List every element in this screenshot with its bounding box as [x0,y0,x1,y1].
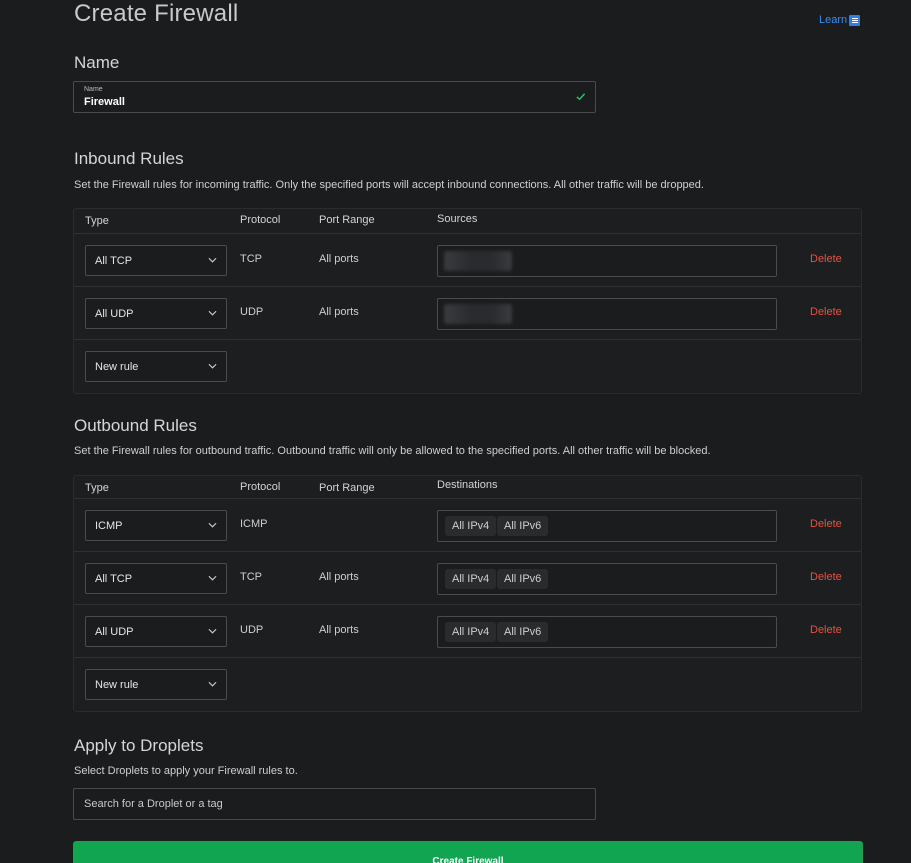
header-sources: Sources [437,213,478,225]
rule-port-range: All ports [319,571,359,583]
rule-type-value: ICMP [95,520,123,532]
check-icon [576,93,586,101]
chevron-down-icon [208,628,217,634]
new-rule-select[interactable]: New rule [85,351,227,382]
droplet-search-input[interactable] [73,788,596,820]
header-type: Type [85,215,109,227]
outbound-rule-row: ICMP ICMP All IPv4 All IPv6 Delete [74,499,861,552]
destinations-input[interactable]: All IPv4 All IPv6 [437,510,777,542]
delete-rule-button[interactable]: Delete [810,306,842,318]
chevron-down-icon [208,575,217,581]
outbound-rules-description: Set the Firewall rules for outbound traf… [74,445,711,457]
rule-port-range: All ports [319,253,359,265]
rule-type-value: All UDP [95,308,134,320]
document-icon [849,14,861,26]
header-destinations: Destinations [437,479,498,491]
inbound-rules-table: Type Protocol Port Range Sources All TCP… [73,208,862,394]
header-protocol: Protocol [240,481,281,493]
new-rule-select[interactable]: New rule [85,669,227,700]
destination-tag-ipv4[interactable]: All IPv4 [445,622,497,642]
destinations-input[interactable]: All IPv4 All IPv6 [437,563,777,595]
redacted-source-tag [444,251,512,271]
outbound-rules-table: Type Protocol Port Range Destinations IC… [73,475,862,712]
rule-type-select[interactable]: ICMP [85,510,227,541]
outbound-rule-row: All UDP UDP All ports All IPv4 All IPv6 … [74,605,861,658]
page-title: Create Firewall [74,0,239,27]
header-protocol: Protocol [240,214,281,226]
rule-protocol: TCP [240,571,262,583]
inbound-new-rule-row: New rule [74,340,861,393]
delete-rule-button[interactable]: Delete [810,571,842,583]
outbound-table-header: Type Protocol Port Range Destinations [74,476,861,499]
new-rule-label: New rule [95,361,139,373]
header-port-range: Port Range [319,214,375,226]
destination-tag-ipv6[interactable]: All IPv6 [497,516,549,536]
name-field-value[interactable]: Firewall [84,96,125,108]
delete-rule-button[interactable]: Delete [810,253,842,265]
learn-label: Learn [819,14,848,26]
destination-tag-ipv6[interactable]: All IPv6 [497,569,549,589]
rule-type-value: All UDP [95,626,134,638]
outbound-new-rule-row: New rule [74,658,861,711]
destination-tag-ipv4[interactable]: All IPv4 [445,569,497,589]
rule-type-select[interactable]: All UDP [85,616,227,647]
rule-type-select[interactable]: All UDP [85,298,227,329]
inbound-rule-row: All UDP UDP All ports Delete [74,287,861,340]
rule-protocol: TCP [240,253,262,265]
sources-input[interactable] [437,245,777,277]
destination-tag-ipv4[interactable]: All IPv4 [445,516,497,536]
chevron-down-icon [208,310,217,316]
sources-input[interactable] [437,298,777,330]
firewall-name-field[interactable]: Name Firewall [73,81,596,113]
chevron-down-icon [208,522,217,528]
rule-type-select[interactable]: All TCP [85,245,227,276]
inbound-rules-description: Set the Firewall rules for incoming traf… [74,179,704,191]
redacted-source-tag [444,304,512,324]
rule-port-range: All ports [319,306,359,318]
learn-link[interactable]: Learn [819,14,861,26]
name-section-title: Name [74,53,120,72]
rule-type-value: All TCP [95,255,133,267]
rule-protocol: UDP [240,306,264,318]
rule-protocol: UDP [240,624,264,636]
rule-type-select[interactable]: All TCP [85,563,227,594]
chevron-down-icon [208,257,217,263]
inbound-rule-row: All TCP TCP All ports Delete [74,234,861,287]
delete-rule-button[interactable]: Delete [810,518,842,530]
delete-rule-button[interactable]: Delete [810,624,842,636]
inbound-rules-title: Inbound Rules [74,149,184,168]
outbound-rules-title: Outbound Rules [74,416,197,435]
destination-tag-ipv6[interactable]: All IPv6 [497,622,549,642]
destinations-input[interactable]: All IPv4 All IPv6 [437,616,777,648]
create-firewall-button[interactable]: Create Firewall [73,841,863,863]
header-type: Type [85,482,109,494]
chevron-down-icon [208,681,217,687]
inbound-table-header: Type Protocol Port Range Sources [74,209,861,234]
outbound-rule-row: All TCP TCP All ports All IPv4 All IPv6 … [74,552,861,605]
new-rule-label: New rule [95,679,139,691]
droplets-description: Select Droplets to apply your Firewall r… [74,765,298,777]
name-field-label: Name [84,86,103,93]
rule-port-range: All ports [319,624,359,636]
rule-protocol: ICMP [240,518,268,530]
droplets-section-title: Apply to Droplets [74,736,204,755]
chevron-down-icon [208,363,217,369]
rule-type-value: All TCP [95,573,133,585]
header-port-range: Port Range [319,482,375,494]
